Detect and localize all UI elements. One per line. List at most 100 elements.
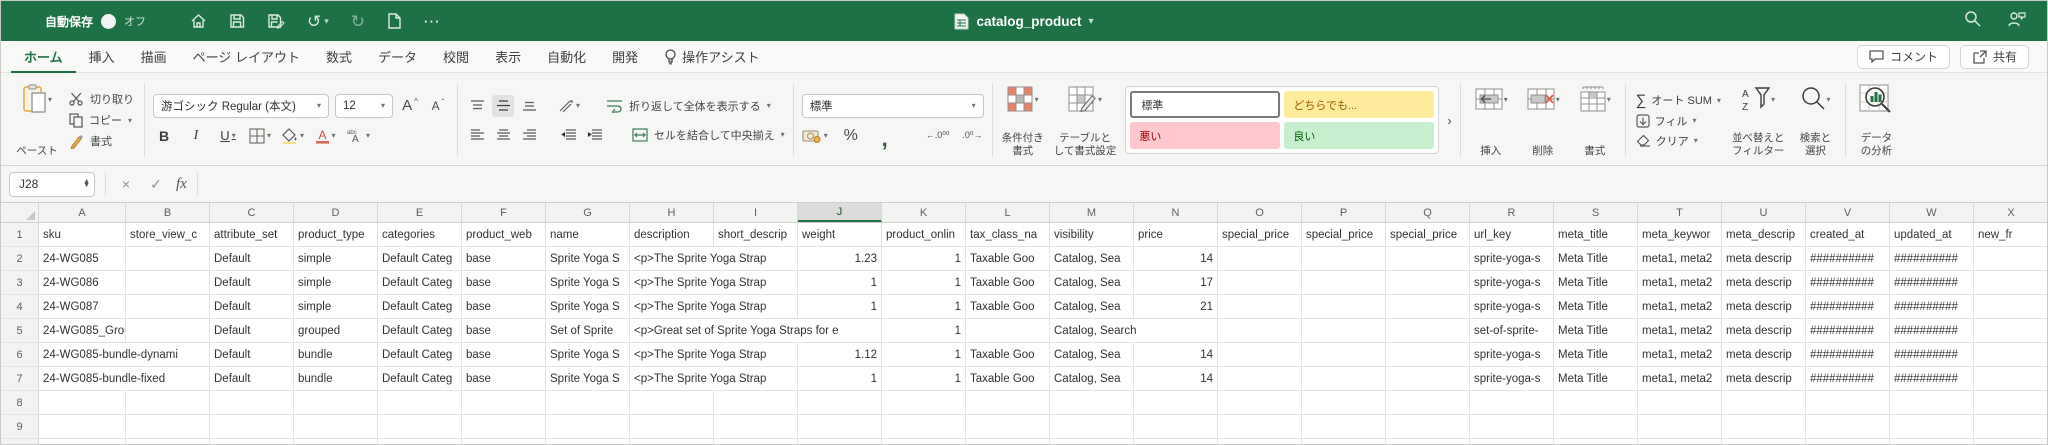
cell-style-normal[interactable]: 標準 (1130, 91, 1281, 118)
cell-G1[interactable]: name (546, 223, 630, 247)
italic-button[interactable]: I (185, 125, 207, 147)
delete-cells-button[interactable]: ▾ 削除 (1517, 78, 1569, 162)
column-header-L[interactable]: L (966, 203, 1050, 222)
cell-C10[interactable] (210, 439, 294, 444)
cell-V3[interactable]: ########## (1806, 271, 1890, 295)
analyze-data-button[interactable]: データ の分析 (1850, 78, 1902, 162)
paste-button[interactable]: ▾ ペースト (11, 78, 63, 162)
cell-S8[interactable] (1554, 391, 1638, 415)
cell-K5[interactable]: 1 (882, 319, 966, 343)
cell-K6[interactable]: 1 (882, 343, 966, 367)
cell-W5[interactable]: ########## (1890, 319, 1974, 343)
align-middle-button[interactable] (492, 94, 514, 117)
cell-C1[interactable]: attribute_set (210, 223, 294, 247)
cell-N3[interactable]: 17 (1134, 271, 1218, 295)
tab-review[interactable]: 校閲 (430, 41, 482, 73)
cell-J7[interactable]: 1 (798, 367, 882, 391)
cancel-entry-button[interactable]: × (116, 176, 136, 192)
autosave-knob[interactable] (101, 13, 117, 29)
cell-J2[interactable]: 1.23 (798, 247, 882, 271)
cell-L9[interactable] (966, 415, 1050, 439)
cell-Q2[interactable] (1386, 247, 1470, 271)
cell-X7[interactable] (1974, 367, 2047, 391)
cell-O7[interactable] (1218, 367, 1302, 391)
cell-T2[interactable]: meta1, meta2 (1638, 247, 1722, 271)
cell-N7[interactable]: 14 (1134, 367, 1218, 391)
row-header-7[interactable]: 7 (1, 367, 39, 391)
cell-X5[interactable] (1974, 319, 2047, 343)
row-header-4[interactable]: 4 (1, 295, 39, 319)
cell-F9[interactable] (462, 415, 546, 439)
cell-D6[interactable]: bundle (294, 343, 378, 367)
cell-B4[interactable] (126, 295, 210, 319)
cell-U1[interactable]: meta_descrip (1722, 223, 1806, 247)
cell-E7[interactable]: Default Categ (378, 367, 462, 391)
cell-R1[interactable]: url_key (1470, 223, 1554, 247)
cell-C6[interactable]: Default (210, 343, 294, 367)
cell-K9[interactable] (882, 415, 966, 439)
cell-style-bad[interactable]: 悪い (1130, 122, 1281, 149)
cell-P2[interactable] (1302, 247, 1386, 271)
cell-Q9[interactable] (1386, 415, 1470, 439)
cell-U6[interactable]: meta descrip (1722, 343, 1806, 367)
cell-K2[interactable]: 1 (882, 247, 966, 271)
cell-O2[interactable] (1218, 247, 1302, 271)
cell-R4[interactable]: sprite-yoga-s (1470, 295, 1554, 319)
column-header-G[interactable]: G (546, 203, 630, 222)
fill-button[interactable]: フィル ▾ (1636, 113, 1721, 129)
cell-C7[interactable]: Default (210, 367, 294, 391)
bold-button[interactable]: B (153, 125, 175, 147)
cell-T9[interactable] (1638, 415, 1722, 439)
cell-C9[interactable] (210, 415, 294, 439)
cell-X9[interactable] (1974, 415, 2047, 439)
cell-E2[interactable]: Default Categ (378, 247, 462, 271)
cell-K10[interactable] (882, 439, 966, 444)
column-header-S[interactable]: S (1554, 203, 1638, 222)
cell-D5[interactable]: grouped (294, 319, 378, 343)
cell-T8[interactable] (1638, 391, 1722, 415)
cell-F1[interactable]: product_web (462, 223, 546, 247)
cell-J9[interactable] (798, 415, 882, 439)
borders-button[interactable]: ▾ (249, 125, 271, 147)
increase-indent-button[interactable] (584, 124, 606, 146)
cell-C8[interactable] (210, 391, 294, 415)
cell-N4[interactable]: 21 (1134, 295, 1218, 319)
column-header-B[interactable]: B (126, 203, 210, 222)
sort-filter-button[interactable]: AZ ▾ 並べ替えと フィルター (1727, 78, 1790, 162)
orientation-button[interactable]: ▾ (558, 95, 580, 117)
cell-A7[interactable]: 24-WG085-bundle-fixed (39, 367, 210, 391)
cell-B10[interactable] (126, 439, 210, 444)
cell-F3[interactable]: base (462, 271, 546, 295)
underline-button[interactable]: U ▾ (217, 125, 239, 147)
comma-format-button[interactable]: , (874, 125, 896, 150)
column-header-I[interactable]: I (714, 203, 798, 222)
cell-A2[interactable]: 24-WG085 (39, 247, 126, 271)
cell-M10[interactable] (1050, 439, 1134, 444)
name-box-stepper[interactable]: ▲ ▼ (83, 178, 90, 189)
comments-button[interactable]: コメント (1856, 44, 1950, 69)
cell-W3[interactable]: ########## (1890, 271, 1974, 295)
cell-H6[interactable]: <p>The Sprite Yoga Strap (630, 343, 798, 367)
cell-J10[interactable] (798, 439, 882, 444)
cell-L8[interactable] (966, 391, 1050, 415)
cell-R5[interactable]: set-of-sprite- (1470, 319, 1554, 343)
number-format-select[interactable]: 標準 ▾ (801, 93, 984, 118)
cell-R10[interactable] (1470, 439, 1554, 444)
cell-E5[interactable]: Default Categ (378, 319, 462, 343)
cell-N1[interactable]: price (1134, 223, 1218, 247)
cell-M1[interactable]: visibility (1050, 223, 1134, 247)
cell-Q1[interactable]: special_price (1386, 223, 1470, 247)
cell-D2[interactable]: simple (294, 247, 378, 271)
cell-Q3[interactable] (1386, 271, 1470, 295)
insert-cells-button[interactable]: ▾ 挿入 (1465, 78, 1517, 162)
cell-U3[interactable]: meta descrip (1722, 271, 1806, 295)
increase-font-size-button[interactable]: A ^ (399, 95, 421, 117)
cell-A5[interactable]: 24-WG085_Group (39, 319, 126, 343)
cell-A8[interactable] (39, 391, 126, 415)
decrease-font-size-button[interactable]: Aˇ (427, 95, 449, 117)
cell-R6[interactable]: sprite-yoga-s (1470, 343, 1554, 367)
cell-P5[interactable] (1302, 319, 1386, 343)
cell-A10[interactable] (39, 439, 126, 444)
column-header-K[interactable]: K (882, 203, 966, 222)
cell-T7[interactable]: meta1, meta2 (1638, 367, 1722, 391)
